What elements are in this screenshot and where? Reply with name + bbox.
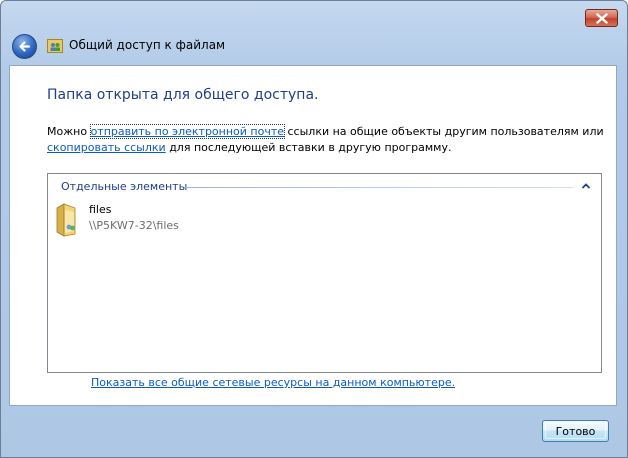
item-path: \\P5KW7-32\files	[89, 219, 179, 232]
shared-items-list[interactable]: Отдельные элементы files \\P5KW7-32\file…	[47, 173, 602, 373]
window-title: Общий доступ к файлам	[69, 38, 226, 52]
show-all-shares-link[interactable]: Показать все общие сетевые ресурсы на да…	[91, 376, 455, 389]
description-suffix: для последующей вставки в другую програм…	[165, 141, 452, 154]
email-link[interactable]: отправить по электронной почте	[89, 124, 286, 139]
description-text: Можно отправить по электронной почте ссы…	[47, 124, 607, 156]
close-icon	[596, 13, 608, 24]
share-people-icon	[47, 39, 63, 53]
done-button[interactable]: Готово	[542, 420, 609, 442]
done-button-label: Готово	[555, 425, 596, 438]
description-middle: ссылки на общие объекты другим пользоват…	[284, 125, 604, 138]
folder-icon	[56, 203, 76, 237]
chevron-up-icon[interactable]	[581, 182, 591, 190]
back-button[interactable]	[12, 34, 37, 59]
back-arrow-icon	[19, 41, 31, 52]
description-prefix: Можно	[47, 125, 91, 138]
item-name: files	[89, 203, 112, 216]
content-panel: Папка открыта для общего доступа. Можно …	[9, 65, 617, 406]
close-button[interactable]	[585, 9, 618, 27]
share-dialog-window: Общий доступ к файлам Папка открыта для …	[0, 0, 628, 458]
group-header: Отдельные элементы	[61, 180, 188, 193]
page-heading: Папка открыта для общего доступа.	[47, 87, 319, 103]
group-divider	[184, 187, 573, 188]
copy-links-link[interactable]: скопировать ссылки	[47, 141, 166, 154]
